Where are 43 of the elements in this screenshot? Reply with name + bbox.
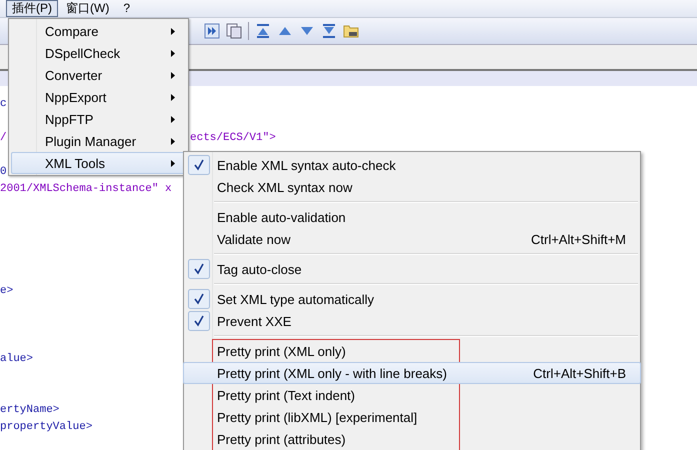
menu-item[interactable]: NppFTP [11,108,186,130]
menu-item[interactable]: DSpellCheck [11,42,186,64]
folder-icon[interactable] [343,23,359,39]
collapse-icon[interactable] [255,23,271,39]
code-text: 0 [0,166,7,178]
menu-bar-item[interactable]: 窗口(W) [60,0,116,17]
menu-item[interactable]: Enable XML syntax auto-check [183,154,641,176]
submenu-arrow-icon [171,72,175,78]
expand-icon[interactable] [321,23,337,39]
code-text: ects/ECS/V1"> [190,131,276,146]
menu-item[interactable]: Set XML type automatically [183,288,641,310]
code-text: ertyName> [0,404,60,416]
menu-item[interactable]: Validate now Ctrl+Alt+Shift+M [183,228,641,250]
menu-item[interactable]: NppExport [11,86,186,108]
menu-item[interactable]: Compare [11,20,186,42]
menu-item[interactable]: Pretty print (XML only) [183,340,641,362]
menu-item[interactable]: Check XML syntax now [183,176,641,198]
menu-item[interactable]: Converter [11,64,186,86]
next-icon[interactable] [204,23,220,39]
code-text: alue> [0,353,34,365]
menu-item[interactable]: Plugin Manager [11,130,186,152]
menu-item[interactable]: Prevent XXE [183,310,641,332]
menu-item[interactable]: Pretty print (libXML) [experimental] [183,406,641,428]
submenu-arrow-icon [171,116,175,122]
code-text: c [0,98,7,110]
menu-bar-item[interactable]: ? [117,0,136,17]
document-icon[interactable] [226,23,242,39]
code-text: propertyValue> [0,421,92,433]
code-text: 2001/XMLSchema-instance" x [0,183,172,195]
menu-item[interactable]: XML Tools [11,152,186,174]
code-text: e> [0,285,14,297]
menu-item[interactable]: Pretty print (Text indent) [183,384,641,406]
menu-item[interactable]: Pretty print (attributes) [183,428,641,450]
menu-bar-item[interactable]: 插件(P) [6,0,58,17]
submenu-arrow-icon [171,50,175,56]
submenu-arrow-icon [171,94,175,100]
menu-item[interactable]: Enable auto-validation [183,206,641,228]
submenu-arrow-icon [171,160,175,166]
menu-item[interactable]: Tag auto-close [183,258,641,280]
submenu-arrow-icon [171,28,175,34]
submenu-arrow-icon [171,138,175,144]
menu-item[interactable]: Pretty print (XML only - with line breaks) Ctrl+Alt+Shift+B [183,362,641,384]
code-text: / [0,132,7,144]
